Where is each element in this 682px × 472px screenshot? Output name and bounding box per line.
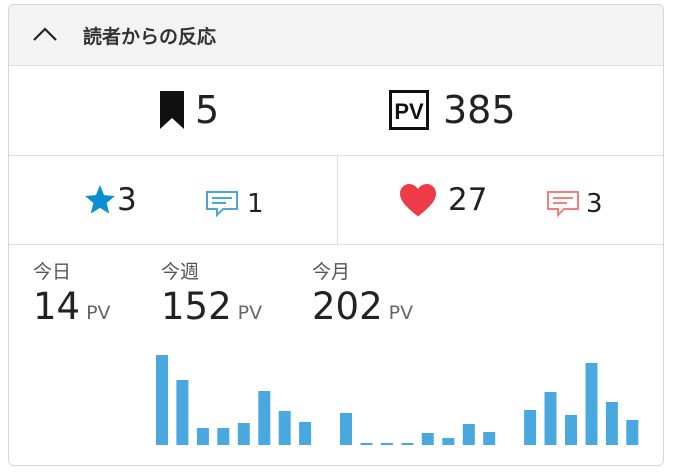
pv-bar: [278, 411, 291, 445]
star-comment-count: 1: [247, 189, 264, 219]
pv-bar: [380, 443, 393, 445]
pv-bar-chart: [156, 355, 639, 445]
today-label: 今日: [33, 261, 72, 283]
like-comment-count: 3: [586, 189, 603, 219]
pv-icon: PV: [389, 90, 429, 130]
chevron-up-icon[interactable]: [31, 21, 59, 49]
reactions-title: 読者からの反応: [83, 26, 217, 48]
today-pv: 今日 14 PV: [33, 261, 111, 333]
pv-bar: [237, 423, 250, 445]
pv-bar: [401, 443, 414, 445]
pv-bar: [524, 410, 537, 445]
bookmark-pv-row: 5 PV 385: [9, 66, 663, 156]
pv-bar: [176, 380, 189, 445]
stars-likes-row: 3 1 27 3: [9, 156, 663, 245]
week-unit: PV: [237, 302, 263, 324]
week-label: 今週: [161, 261, 200, 283]
svg-text:PV: PV: [394, 99, 424, 124]
pv-bar: [258, 391, 271, 445]
pv-bar: [585, 363, 598, 445]
reader-reactions-card: 読者からの反応 5 PV 385 3 1 27 3 今日 14 PV 今週 15…: [8, 4, 664, 466]
comment-icon: [547, 191, 579, 218]
bookmark-icon: [160, 91, 184, 129]
star-stat[interactable]: 3: [83, 182, 137, 218]
pv-bar: [299, 422, 312, 445]
column-divider: [337, 156, 338, 244]
like-count: 27: [448, 182, 488, 218]
month-unit: PV: [388, 302, 414, 324]
week-value: 152: [161, 285, 232, 328]
week-pv: 今週 152 PV: [161, 261, 262, 333]
pv-bar: [626, 420, 639, 445]
like-comment-stat[interactable]: 3: [546, 186, 603, 222]
star-comment-stat[interactable]: 1: [205, 186, 264, 222]
pv-count: 385: [443, 88, 516, 132]
pv-bar: [156, 355, 168, 445]
heart-icon: [400, 183, 436, 217]
pv-bar: [360, 443, 373, 445]
comment-icon: [206, 191, 238, 218]
month-value: 202: [312, 285, 383, 328]
pv-bar: [483, 432, 496, 445]
bookmark-stat[interactable]: 5: [159, 88, 219, 132]
star-count: 3: [117, 182, 137, 218]
pv-bar: [605, 402, 618, 445]
pv-stat[interactable]: PV 385: [389, 88, 516, 132]
pv-bar: [196, 428, 209, 445]
today-unit: PV: [86, 302, 111, 324]
bookmark-count: 5: [195, 88, 220, 132]
pv-bar: [442, 438, 455, 445]
like-stat[interactable]: 27: [398, 182, 487, 218]
reactions-header[interactable]: 読者からの反応: [9, 5, 663, 66]
pv-bar: [544, 392, 557, 445]
today-value: 14: [33, 285, 81, 328]
pv-bar: [340, 413, 352, 445]
month-pv: 今月 202 PV: [312, 261, 413, 333]
pv-bar: [565, 415, 577, 445]
star-icon: [85, 185, 115, 214]
pv-bar: [462, 424, 475, 445]
month-label: 今月: [312, 261, 351, 283]
pv-bar: [217, 428, 230, 445]
pv-bar: [421, 433, 434, 445]
